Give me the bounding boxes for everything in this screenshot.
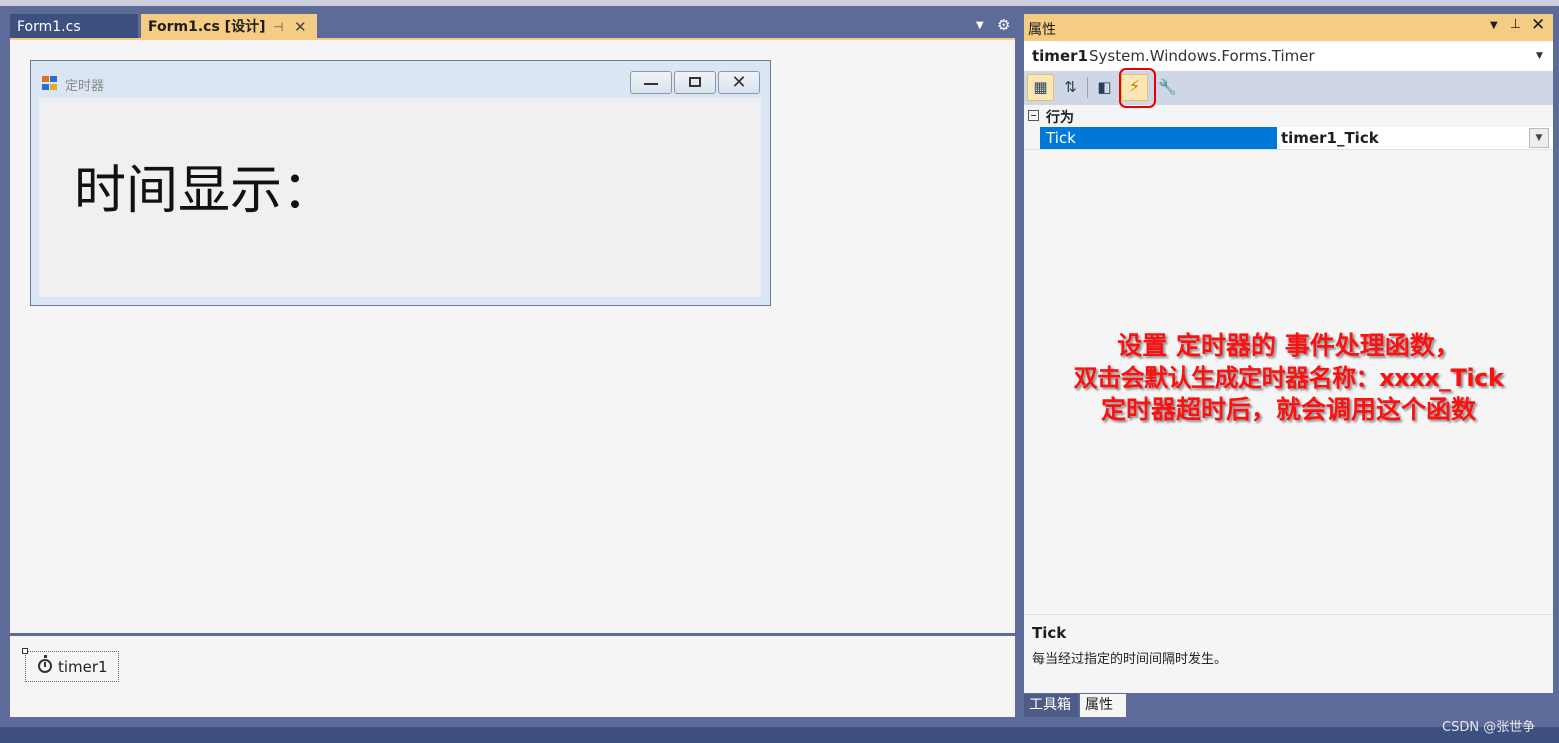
form-app-icon (42, 76, 59, 91)
property-pages-icon: ◧ (1097, 78, 1112, 96)
gear-icon[interactable]: ⚙ (997, 16, 1010, 34)
annotation-line: 定时器超时后，就会调用这个函数 (1100, 395, 1476, 424)
watermark: CSDN @张世争 (1442, 720, 1536, 735)
minimize-button[interactable] (630, 71, 672, 94)
maximize-icon (689, 77, 701, 87)
object-type: System.Windows.Forms.Timer (1089, 47, 1315, 65)
panel-title: 属性 (1028, 22, 1056, 38)
annotation-text: 设置 定时器的 事件处理函数， 双击会默认生成定时器名称：xxxx_Tick 定… (1024, 330, 1553, 426)
window-top-strip (0, 0, 1559, 6)
events-highlight-ring (1119, 68, 1156, 108)
maximize-button[interactable] (674, 71, 716, 94)
pin-icon[interactable]: ⊣ (273, 14, 283, 40)
tab-list-dropdown-icon[interactable]: ▼ (976, 20, 984, 31)
toolbar-separator (1087, 77, 1088, 98)
property-value[interactable]: timer1_Tick (1277, 127, 1553, 149)
property-row-tick[interactable]: Tick timer1_Tick ▼ (1024, 127, 1553, 150)
left-dock-edge (0, 40, 10, 717)
alphabetical-button[interactable]: ⇅ (1057, 74, 1084, 101)
form-title-bar[interactable]: 定时器 ✕ (31, 61, 770, 98)
description-title: Tick (1032, 624, 1067, 642)
annotation-line: 设置 定时器的 事件处理函数， (1117, 331, 1460, 360)
pin-icon[interactable]: ⊥ (1510, 17, 1521, 32)
categorized-icon: ▦ (1033, 78, 1048, 96)
document-tab-bar: Form1.cs Form1.cs [设计] ⊣ ✕ ▼ ⚙ (10, 14, 1015, 40)
properties-toolbar: ▦ ⇅ ◧ ⚡ 🔧 (1024, 71, 1553, 105)
tab-properties[interactable]: 属性 (1080, 694, 1126, 717)
close-icon[interactable]: ✕ (1531, 15, 1545, 35)
categorized-button[interactable]: ▦ (1027, 74, 1054, 101)
component-tray[interactable] (10, 636, 1015, 717)
tray-item-label: timer1 (58, 658, 108, 676)
annotation-line: 双击会默认生成定时器名称：xxxx_Tick (1073, 364, 1504, 392)
property-pages-button[interactable]: ◧ (1091, 74, 1118, 101)
property-grid: 行为 Tick timer1_Tick ▼ 设置 定时器的 事件处理函数， 双击… (1024, 105, 1553, 614)
tab-toolbox[interactable]: 工具箱 (1024, 694, 1078, 717)
tab-form1-code[interactable]: Form1.cs (10, 14, 138, 40)
description-pane: Tick 每当经过指定的时间间隔时发生。 (1024, 614, 1553, 693)
properties-panel: 属性 ▼ ⊥ ✕ timer1 System.Windows.Forms.Tim… (1024, 14, 1553, 693)
sort-alphabetical-icon: ⇅ (1064, 78, 1077, 96)
property-name[interactable]: Tick (1040, 127, 1277, 149)
object-selector[interactable]: timer1 System.Windows.Forms.Timer ▼ (1024, 41, 1553, 71)
properties-header[interactable]: 属性 ▼ ⊥ ✕ (1024, 14, 1553, 41)
properties-button[interactable]: 🔧 (1154, 74, 1181, 101)
tab-form1-designer[interactable]: Form1.cs [设计] ⊣ ✕ (141, 14, 317, 40)
chevron-down-icon[interactable]: ▼ (1529, 128, 1549, 148)
status-bar (0, 727, 1559, 743)
chevron-down-icon[interactable]: ▼ (1490, 20, 1498, 31)
tab-label: Form1.cs (17, 19, 81, 35)
category-behavior[interactable]: 行为 (1024, 105, 1553, 127)
category-label: 行为 (1046, 110, 1074, 126)
selection-handle[interactable] (22, 648, 28, 654)
time-display-label[interactable]: 时间显示： (74, 148, 334, 223)
description-text: 每当经过指定的时间间隔时发生。 (1032, 652, 1228, 667)
tab-label: Form1.cs [设计] (148, 19, 266, 35)
collapse-icon[interactable] (1028, 110, 1039, 121)
form-close-button[interactable]: ✕ (718, 71, 760, 94)
wrench-icon: 🔧 (1158, 78, 1177, 96)
form-client-area[interactable]: 时间显示： (39, 98, 761, 297)
chevron-down-icon[interactable]: ▼ (1536, 51, 1543, 61)
stopwatch-icon (38, 655, 52, 673)
close-icon[interactable]: ✕ (294, 14, 307, 40)
minimize-icon (644, 83, 658, 85)
object-name: timer1 (1032, 47, 1088, 65)
form-caption: 定时器 (65, 79, 105, 94)
designed-form-window[interactable]: 定时器 ✕ 时间显示： (30, 60, 771, 306)
close-icon: ✕ (731, 72, 747, 93)
tray-item-timer1[interactable]: timer1 (22, 648, 119, 682)
